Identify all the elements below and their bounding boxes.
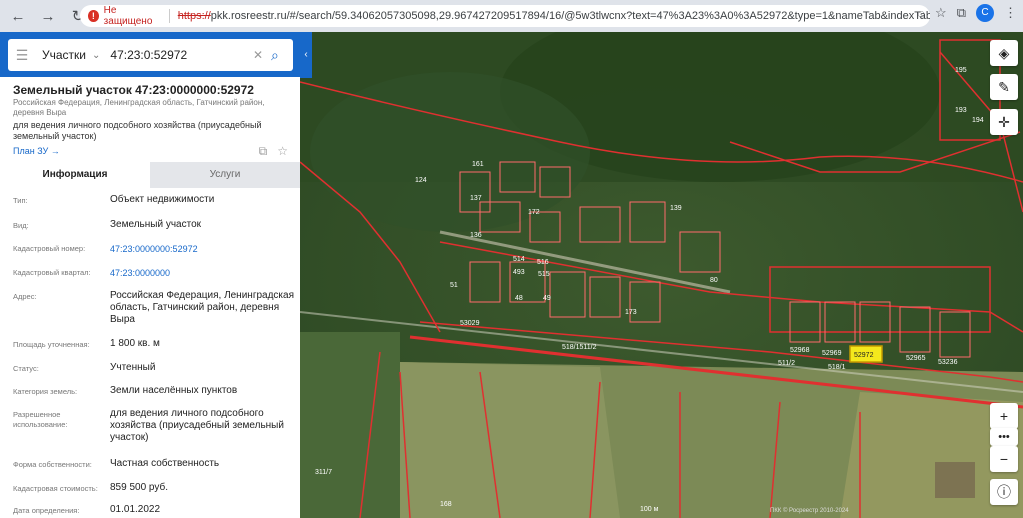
clear-icon[interactable]: ✕ [253, 48, 271, 62]
copyright: ПКК © Росреестр 2010-2024 [770, 508, 849, 514]
tab-info[interactable]: Информация [0, 162, 150, 188]
ruler-icon: ✎ [998, 78, 1010, 95]
layers-icon: ◈ [998, 44, 1010, 61]
parcel-purpose: для ведения личного подсобного хозяйства… [13, 120, 262, 141]
map-label: 53236 [938, 359, 958, 366]
map-label: 52965 [906, 355, 926, 362]
eye-off-icon[interactable]: ◌ [917, 6, 925, 21]
tabs: Информация Услуги [0, 162, 300, 188]
map-label: 511/2 [778, 360, 795, 367]
search-box[interactable]: ☰ Участки ⌄ 47:23:0:52972 ✕ ⌕ [8, 39, 293, 71]
map-label: 516 [537, 259, 549, 266]
layers-button[interactable]: ◈ [990, 40, 1018, 66]
url-scheme: https:// [177, 10, 211, 22]
url-text: pkk.rosreestr.ru/#/search/59.34062057305… [210, 10, 931, 22]
collapse-panel-button[interactable]: ‹ [300, 32, 312, 78]
map-label: 518/1 [828, 364, 846, 371]
map-label: 80 [710, 277, 718, 284]
map-label: 48 [515, 295, 523, 302]
info-icon: ⓘ [997, 484, 1011, 500]
map-label: 493 [513, 269, 525, 276]
plan-link[interactable]: План ЗУ → [13, 146, 60, 156]
browser-toolbar: ← → ↻ ! Не защищено https:// pkk.rosrees… [0, 0, 1023, 32]
dots-icon: ••• [998, 431, 1010, 443]
map-label: 311/7 [315, 469, 332, 476]
map-label: 51 [450, 282, 458, 289]
map-label: 193 [955, 107, 967, 114]
security-label: Не защищено [103, 5, 153, 27]
zoom-out-button[interactable]: − [990, 446, 1018, 472]
map-label: 53029 [460, 320, 480, 327]
search-icon[interactable]: ⌕ [271, 47, 293, 64]
map-label: 172 [528, 209, 540, 216]
bookmark-star-icon[interactable]: ☆ [277, 144, 288, 159]
map-label: 124 [415, 177, 427, 184]
chevron-down-icon[interactable]: ⌄ [92, 50, 100, 61]
plus-icon: + [999, 408, 1009, 424]
measure-button[interactable]: ✎ [990, 74, 1018, 100]
parcel-address: Российская Федерация, Ленинградская обла… [13, 98, 265, 117]
map-label: 515 [538, 271, 550, 278]
address-bar[interactable]: ! Не защищено https:// pkk.rosreestr.ru/… [80, 5, 930, 27]
zoom-in-button[interactable]: + [990, 403, 1018, 429]
parcel-title: Земельный участок 47:23:0000000:52972 [13, 83, 254, 97]
satellite-map[interactable]: 52972 52968 52969 52965 53236 518/1 511/… [300, 32, 1023, 518]
search-input[interactable]: 47:23:0:52972 [110, 48, 253, 62]
map-label: 137 [470, 195, 482, 202]
map-label: 52968 [790, 347, 810, 354]
locate-button[interactable]: ✛ [990, 109, 1018, 135]
map-label: 518/1511/2 [562, 344, 597, 351]
copy-icon[interactable]: ⧉ [259, 144, 268, 159]
map-label: 49 [543, 295, 551, 302]
category-select[interactable]: Участки [42, 48, 92, 62]
map-label: 136 [470, 232, 482, 239]
map-label: 194 [972, 117, 984, 124]
extensions-icon[interactable]: ⧉ [957, 5, 966, 21]
map-label: 514 [513, 256, 525, 263]
minus-icon: − [999, 451, 1009, 467]
zoom-more-button[interactable]: ••• [990, 428, 1018, 446]
info-button[interactable]: ⓘ [990, 479, 1018, 505]
not-secure-icon: ! [88, 10, 99, 22]
map-label: 161 [472, 161, 484, 168]
forward-icon[interactable]: → [36, 4, 60, 28]
map-label: 52969 [822, 350, 842, 357]
scale-label: 100 м [640, 506, 659, 513]
map-label: 139 [670, 205, 682, 212]
info-panel: ☰ Участки ⌄ 47:23:0:52972 ✕ ⌕ Земельный … [0, 32, 300, 518]
map-label-selected: 52972 [854, 352, 874, 359]
map-label: 168 [440, 501, 452, 508]
star-icon[interactable]: ☆ [935, 5, 947, 21]
tab-services[interactable]: Услуги [150, 162, 300, 188]
map-view[interactable]: 52972 52968 52969 52965 53236 518/1 511/… [300, 32, 1023, 518]
back-icon[interactable]: ← [6, 4, 30, 28]
hamburger-icon[interactable]: ☰ [8, 47, 36, 64]
search-bar: ☰ Участки ⌄ 47:23:0:52972 ✕ ⌕ [0, 32, 300, 77]
menu-icon[interactable]: ⋮ [1004, 5, 1017, 21]
map-label: 173 [625, 309, 637, 316]
map-label: 195 [955, 67, 967, 74]
profile-avatar[interactable]: C [976, 4, 994, 22]
crosshair-icon: ✛ [998, 113, 1010, 130]
